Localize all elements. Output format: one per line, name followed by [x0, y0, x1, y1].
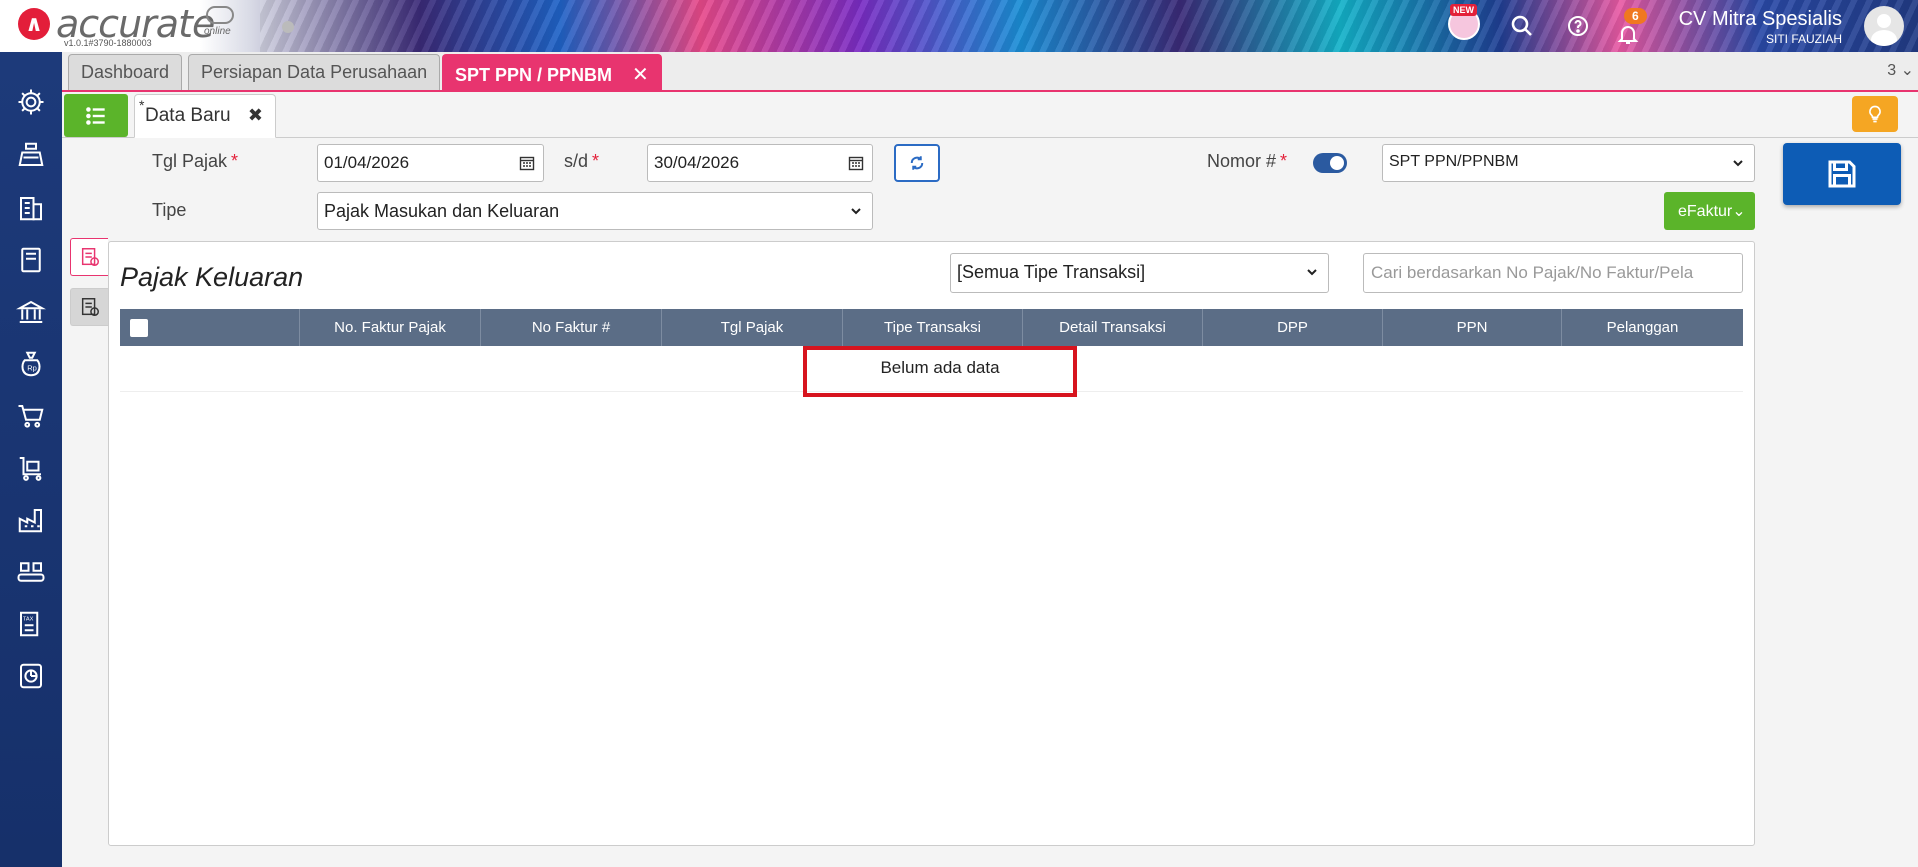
cart-icon[interactable]	[13, 398, 49, 434]
refresh-button[interactable]	[894, 144, 940, 182]
column-header[interactable]: No. Faktur Pajak	[300, 309, 481, 346]
tax-icon[interactable]: TAX	[13, 606, 49, 642]
app-logo-subtext: online	[204, 26, 231, 37]
date-from-value: 01/04/2026	[324, 153, 410, 172]
tab-label: Dashboard	[81, 62, 170, 82]
new-badge: NEW	[1450, 4, 1477, 16]
empty-data-message: Belum ada data	[803, 346, 1077, 397]
help-icon[interactable]	[1564, 12, 1592, 40]
select-all-cell	[120, 309, 300, 346]
transaction-type-value: [Semua Tipe Transaksi]	[957, 262, 1146, 282]
left-sidebar: Rp TAX	[0, 52, 62, 867]
grid-header: No. Faktur Pajak No Faktur # Tgl Pajak T…	[120, 309, 1743, 346]
status-dot-icon	[282, 21, 294, 33]
top-header: ∧ accurate online v1.0.1#3790-1880003 NE…	[0, 0, 1918, 52]
chevron-down-icon	[1733, 160, 1743, 167]
tax-invoice-in-icon	[81, 298, 99, 316]
svg-text:TAX: TAX	[23, 616, 34, 622]
unsaved-marker: *	[139, 97, 145, 113]
column-header[interactable]: Tgl Pajak	[662, 309, 843, 346]
list-view-button[interactable]	[64, 94, 128, 137]
gear-icon[interactable]	[13, 84, 49, 120]
tab-spt-ppn-ppnbm[interactable]: SPT PPN / PPNBM ✕	[442, 54, 662, 90]
auto-number-toggle[interactable]	[1313, 153, 1347, 173]
list-icon	[86, 106, 105, 125]
save-button[interactable]	[1783, 143, 1901, 205]
tab-dashboard[interactable]: Dashboard	[68, 54, 183, 90]
tab-count-value: 3	[1887, 62, 1897, 79]
tipe-value: Pajak Masukan dan Keluaran	[324, 201, 560, 221]
tab-persiapan-data-perusahaan[interactable]: Persiapan Data Perusahaan	[188, 54, 441, 90]
chevron-down-icon	[851, 208, 861, 215]
tab-pajak-masukan[interactable]	[70, 288, 108, 326]
tab-label: SPT PPN / PPNBM	[455, 65, 613, 85]
notification-count-badge: 6	[1624, 8, 1647, 24]
tgl-pajak-label: Tgl Pajak *	[152, 151, 239, 171]
tax-invoice-out-icon	[81, 248, 99, 266]
date-to-field[interactable]: 30/04/2026	[647, 144, 873, 182]
nomor-label: Nomor # *	[1207, 151, 1288, 171]
trolley-icon[interactable]	[13, 450, 49, 486]
tab-label: Persiapan Data Perusahaan	[201, 62, 428, 82]
company-name[interactable]: CV Mitra Spesialis	[1679, 8, 1842, 31]
nomor-value: SPT PPN/PPNBM	[1389, 153, 1519, 170]
refresh-icon	[910, 156, 924, 170]
efaktur-dropdown-button[interactable]: eFaktur⌄	[1664, 192, 1755, 230]
efaktur-label: eFaktur	[1678, 203, 1733, 220]
transaction-type-filter[interactable]: [Semua Tipe Transaksi]	[950, 253, 1329, 293]
close-subtab-icon[interactable]: ✖	[248, 105, 263, 125]
svg-text:Rp: Rp	[27, 363, 37, 372]
scale-icon[interactable]	[13, 137, 49, 173]
user-name: SITI FAUZIAH	[1765, 32, 1842, 46]
bank-icon[interactable]	[13, 294, 49, 330]
cloud-icon	[206, 6, 234, 24]
sd-label: s/d *	[564, 151, 600, 171]
tab-data-baru[interactable]: * Data Baru ✖	[134, 94, 276, 138]
app-version: v1.0.1#3790-1880003	[64, 38, 152, 48]
calendar-icon[interactable]	[848, 155, 864, 171]
column-header[interactable]: Pelanggan	[1562, 309, 1723, 346]
bell-icon[interactable]	[1614, 20, 1642, 48]
save-icon	[1828, 160, 1856, 188]
close-tab-icon[interactable]: ✕	[632, 64, 649, 86]
column-header[interactable]: No Faktur #	[481, 309, 662, 346]
tab-count-dropdown[interactable]: 3 ⌄	[1887, 60, 1914, 80]
tips-button[interactable]	[1852, 96, 1898, 132]
select-all-checkbox[interactable]	[130, 318, 148, 337]
nomor-select[interactable]: SPT PPN/PPNBM	[1382, 144, 1755, 182]
search-input[interactable]: Cari berdasarkan No Pajak/No Faktur/Pela	[1363, 253, 1743, 293]
panel-title: Pajak Keluaran	[120, 262, 304, 292]
sub-tab-label: Data Baru	[145, 105, 231, 126]
date-from-field[interactable]: 01/04/2026	[317, 144, 544, 182]
book-icon[interactable]	[13, 242, 49, 278]
report-icon[interactable]	[13, 658, 49, 694]
conveyor-icon[interactable]	[13, 554, 49, 590]
chevron-down-icon	[1307, 269, 1317, 276]
column-header[interactable]: Tipe Transaksi	[843, 309, 1023, 346]
column-header[interactable]: PPN	[1383, 309, 1562, 346]
tipe-select[interactable]: Pajak Masukan dan Keluaran	[317, 192, 873, 230]
calendar-icon[interactable]	[519, 155, 535, 171]
column-header[interactable]: DPP	[1203, 309, 1383, 346]
tab-pajak-keluaran[interactable]	[70, 238, 108, 276]
user-avatar[interactable]	[1864, 6, 1904, 46]
lightbulb-icon	[1869, 105, 1881, 123]
factory-icon[interactable]	[13, 502, 49, 538]
main-tab-bar: Dashboard Persiapan Data Perusahaan SPT …	[62, 52, 1918, 92]
tipe-label: Tipe	[152, 200, 187, 220]
search-icon[interactable]	[1508, 12, 1536, 40]
money-bag-icon[interactable]: Rp	[13, 346, 49, 382]
accurate-logo-icon: ∧	[18, 8, 50, 40]
building-icon[interactable]	[13, 190, 49, 226]
date-to-value: 30/04/2026	[654, 153, 740, 172]
sub-tab-bar: * Data Baru ✖	[62, 94, 1918, 138]
column-header[interactable]: Detail Transaksi	[1023, 309, 1203, 346]
